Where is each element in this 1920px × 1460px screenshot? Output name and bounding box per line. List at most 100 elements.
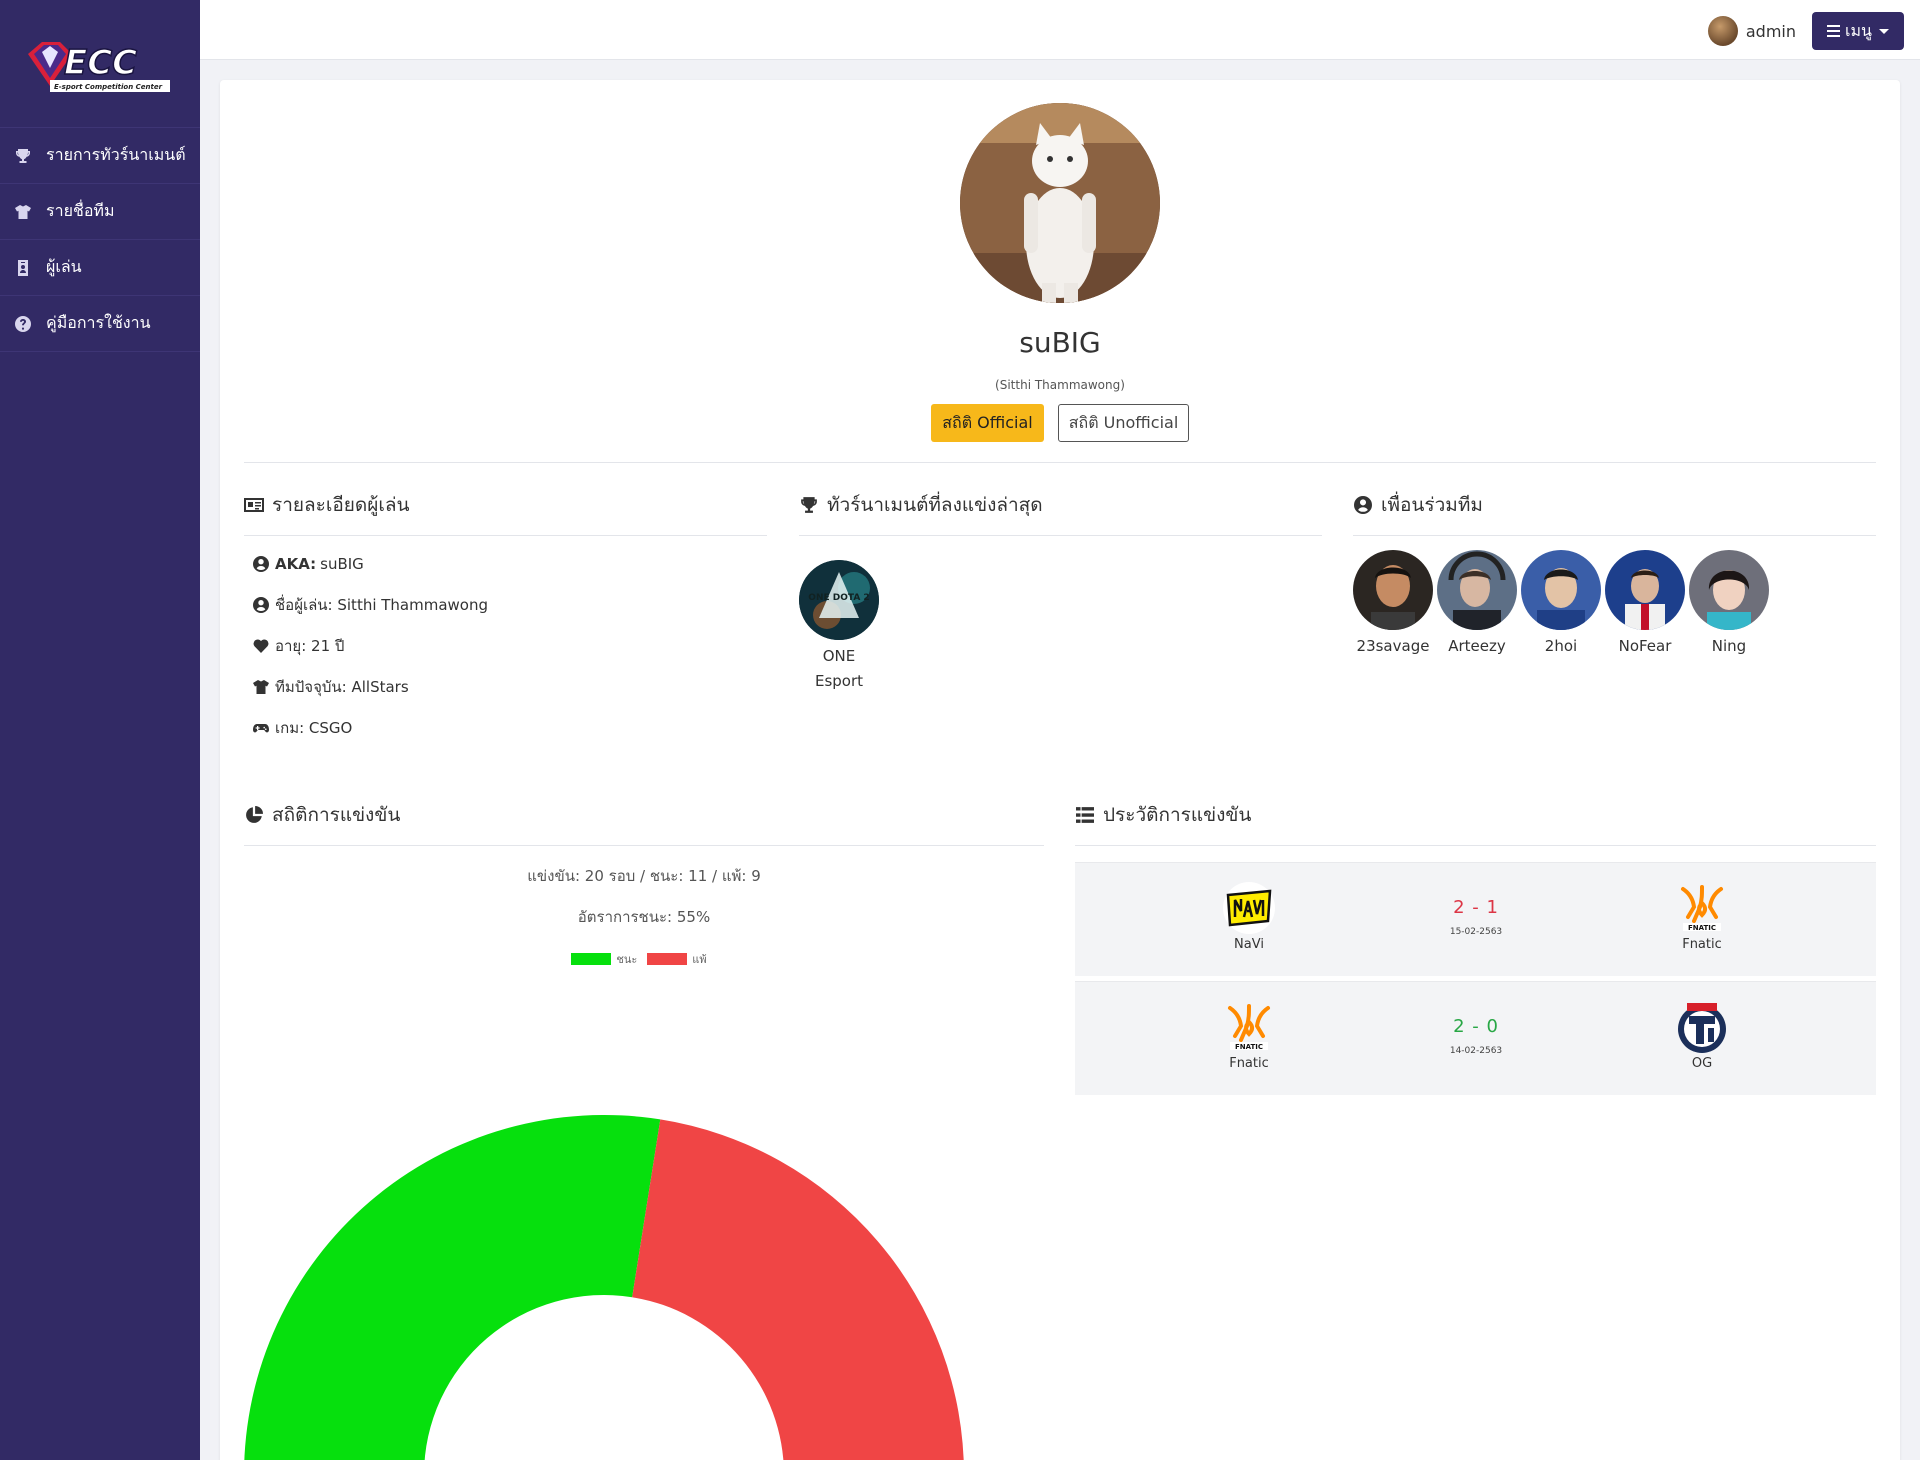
player-real-name: (Sitthi Thammawong) — [995, 378, 1125, 392]
match-team-1[interactable]: NaVi — [1189, 881, 1309, 952]
logo-text: ECC — [64, 43, 137, 83]
divider — [244, 462, 1876, 463]
chart-legend: ชนะ แพ้ — [244, 950, 1044, 968]
match-row[interactable]: NaVi 2 - 1 15-02-2563 FNATIC Fnatic — [1075, 862, 1876, 976]
official-stats-button[interactable]: สถิติ Official — [931, 404, 1044, 442]
win-lose-half-doughnut-chart — [244, 1115, 964, 1460]
match-score: 2 - 1 — [1453, 897, 1499, 918]
teammate-name: NoFear — [1618, 637, 1672, 655]
sidebar: ECC E-sport Competition Center รายการทัว… — [0, 0, 200, 1460]
teammates-heading: เพื่อนร่วมทีม — [1353, 490, 1483, 520]
legend-label-lose: แพ้ — [692, 953, 707, 966]
section-title-text: สถิติการแข่งขัน — [272, 804, 401, 826]
tournament-name[interactable]: ONE Esport — [779, 644, 899, 694]
section-divider — [1353, 535, 1876, 536]
id-badge-icon — [14, 259, 32, 277]
teammate-avatar — [1353, 550, 1433, 630]
detail-team: ทีมปัจจุบัน: AllStars — [253, 676, 409, 698]
teammate-avatar — [1605, 550, 1685, 630]
list-icon — [1076, 807, 1094, 823]
menu-dropdown-button[interactable]: เมนู — [1812, 12, 1904, 50]
tournament-logo-one-esport[interactable]: ONE DOTA 2 — [799, 560, 879, 640]
sidebar-item-label: ผู้เล่น — [46, 257, 82, 276]
section-divider — [244, 535, 767, 536]
section-title-text: รายละเอียดผู้เล่น — [272, 494, 410, 516]
sidebar-item-players[interactable]: ผู้เล่น — [0, 240, 200, 296]
player-avatar — [960, 103, 1160, 303]
legend-swatch-lose[interactable] — [647, 953, 688, 965]
match-date: 14-02-2563 — [1449, 1046, 1503, 1056]
chart-slice-win[interactable] — [244, 1115, 661, 1460]
sidebar-item-manual[interactable]: คู่มือการใช้งาน — [0, 296, 200, 352]
section-title-text: ทัวร์นาเมนต์ที่ลงแข่งล่าสุด — [827, 494, 1043, 516]
match-team-1[interactable]: FNATIC Fnatic — [1189, 1000, 1309, 1071]
heartbeat-icon — [253, 639, 269, 653]
teammate-avatar — [1437, 550, 1517, 630]
user-circle-icon — [253, 556, 269, 572]
menu-label: เมนู — [1845, 20, 1872, 40]
latest-tournaments-heading: ทัวร์นาเมนต์ที่ลงแข่งล่าสุด — [799, 490, 1043, 520]
tshirt-icon — [253, 680, 269, 694]
teammate-card[interactable]: NoFear — [1604, 550, 1686, 655]
username: admin — [1745, 21, 1796, 41]
detail-game: เกม: CSGO — [253, 717, 352, 739]
match-team-2[interactable]: FNATIC Fnatic — [1642, 881, 1762, 952]
topbar: admin เมนู — [200, 0, 1920, 60]
teammate-card[interactable]: Arteezy — [1436, 550, 1518, 655]
chart-slice-lose[interactable] — [632, 1119, 964, 1460]
teammate-card[interactable]: 23savage — [1352, 550, 1434, 655]
match-score: 2 - 0 — [1453, 1016, 1499, 1037]
chart-pie-icon — [246, 806, 263, 823]
unofficial-stats-button[interactable]: สถิติ Unofficial — [1058, 404, 1189, 442]
section-title-text: เพื่อนร่วมทีม — [1381, 494, 1483, 516]
teammate-name: Ning — [1711, 637, 1747, 655]
teammate-name: 23savage — [1356, 637, 1430, 655]
teammate-card[interactable]: 2hoi — [1520, 550, 1602, 655]
aka-label: AKA: — [275, 555, 317, 573]
section-divider — [1075, 845, 1876, 846]
player-name: suBIG — [1019, 326, 1101, 359]
tournament-name-line1: ONE — [822, 647, 856, 665]
team-name: Fnatic — [1682, 937, 1722, 952]
detail-age: อายุ: 21 ปี — [253, 635, 344, 657]
ecc-logo[interactable]: ECC E-sport Competition Center — [0, 0, 200, 128]
team-name: OG — [1691, 1056, 1713, 1071]
section-divider — [244, 845, 1044, 846]
sidebar-item-tournaments[interactable]: รายการทัวร์นาเมนต์ — [0, 128, 200, 184]
sidebar-item-label: รายชื่อทีม — [46, 201, 115, 220]
sidebar-item-teams[interactable]: รายชื่อทีม — [0, 184, 200, 240]
user-circle-icon — [253, 597, 269, 613]
logo-subtitle: E-sport Competition Center — [54, 83, 163, 91]
section-title-text: ประวัติการแข่งขัน — [1103, 804, 1252, 826]
fnatic-logo: FNATIC — [1675, 881, 1729, 935]
bars-icon — [1827, 25, 1841, 37]
stats-heading: สถิติการแข่งขัน — [244, 800, 400, 830]
navi-logo — [1222, 881, 1276, 935]
caret-down-icon — [1878, 28, 1889, 34]
team-name: Fnatic — [1229, 1056, 1269, 1071]
legend-label-win: ชนะ — [616, 953, 638, 966]
trophy-icon — [14, 147, 32, 165]
match-history-heading: ประวัติการแข่งขัน — [1075, 800, 1251, 830]
player-profile-card: suBIG (Sitthi Thammawong) สถิติ Official… — [220, 80, 1900, 1460]
user-profile-link[interactable]: admin — [1707, 16, 1796, 46]
og-logo — [1675, 1000, 1729, 1054]
legend-swatch-win[interactable] — [571, 953, 612, 965]
tournament-logo-text: ONE DOTA 2 — [808, 593, 869, 603]
question-circle-icon — [14, 315, 32, 333]
detail-aka: AKA: suBIG — [253, 553, 364, 575]
tournament-name-line2: Esport — [814, 672, 864, 690]
section-divider — [799, 535, 1322, 536]
stats-summary: แข่งขัน: 20 รอบ / ชนะ: 11 / แพ้: 9 — [527, 867, 761, 885]
team-name: NaVi — [1234, 937, 1264, 952]
teammate-avatar — [1689, 550, 1769, 630]
match-team-2[interactable]: OG — [1642, 1000, 1762, 1071]
match-date: 15-02-2563 — [1449, 927, 1503, 937]
teammate-name: 2hoi — [1544, 637, 1578, 655]
teammate-card[interactable]: Ning — [1688, 550, 1770, 655]
sidebar-item-label: คู่มือการใช้งาน — [46, 313, 151, 332]
game-value: เกม: CSGO — [275, 719, 353, 737]
match-row[interactable]: FNATIC Fnatic 2 - 0 14-02-2563 OG — [1075, 981, 1876, 1095]
age-value: อายุ: 21 ปี — [275, 637, 345, 655]
win-rate: อัตราการชนะ: 55% — [577, 908, 711, 926]
